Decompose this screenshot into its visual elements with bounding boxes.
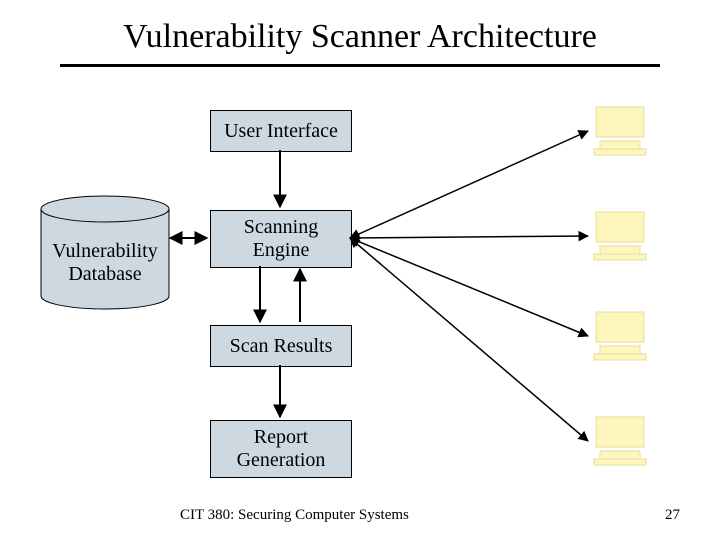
host-icon-1	[590, 105, 650, 157]
node-database: Vulnerability Database	[40, 195, 170, 310]
footer-course: CIT 380: Securing Computer Systems	[180, 507, 409, 524]
node-scan-results: Scan Results	[210, 325, 352, 367]
host-icon-2	[590, 210, 650, 262]
host-icon-4	[590, 415, 650, 467]
node-scanning-engine-label: Scanning Engine	[244, 216, 318, 262]
host-icon-3	[590, 310, 650, 362]
title-underline	[60, 64, 660, 67]
node-user-interface-label: User Interface	[224, 120, 338, 143]
node-report-generation-label: Report Generation	[237, 426, 326, 472]
node-report-generation: Report Generation	[210, 420, 352, 478]
node-database-label: Vulnerability Database	[40, 195, 170, 320]
node-scanning-engine: Scanning Engine	[210, 210, 352, 268]
node-user-interface: User Interface	[210, 110, 352, 152]
slide-title: Vulnerability Scanner Architecture	[0, 18, 720, 56]
footer-page-number: 27	[665, 507, 680, 524]
node-scan-results-label: Scan Results	[230, 335, 333, 358]
